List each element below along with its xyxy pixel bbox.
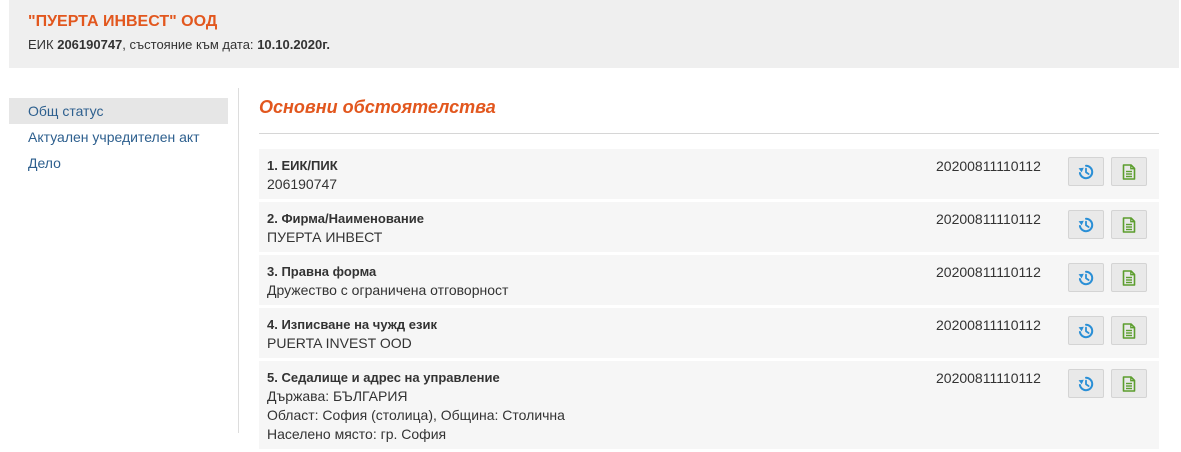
circumstance-value: Дружество с ограничена отговорност [267, 282, 509, 298]
entry-number: 20200811110112 [936, 211, 1041, 227]
history-button[interactable] [1068, 263, 1104, 292]
history-icon [1078, 323, 1094, 339]
circumstance-row: 3. Правна форма Дружество с ограничена от… [259, 255, 1159, 305]
document-icon [1122, 322, 1136, 339]
history-icon [1078, 270, 1094, 286]
sidebar: Общ статус Актуален учредителен акт Дело [9, 98, 228, 176]
history-button[interactable] [1068, 210, 1104, 239]
entry-number: 20200811110112 [936, 264, 1041, 280]
company-subtitle: ЕИК 206190747, състояние към дата: 10.10… [28, 37, 330, 52]
circumstance-value: Населено място: гр. София [267, 426, 447, 442]
entry-number: 20200811110112 [936, 317, 1041, 333]
history-button[interactable] [1068, 157, 1104, 186]
sidebar-item-general-status[interactable]: Общ статус [9, 98, 228, 124]
circumstances-list: 1. ЕИК/ПИК 206190747 20200811110112 2. Фирм… [259, 149, 1159, 452]
circumstance-row: 4. Изписване на чужд език PUERTA INVEST O… [259, 308, 1159, 358]
document-icon [1122, 375, 1136, 392]
history-icon [1078, 164, 1094, 180]
circumstance-value: 206190747 [267, 176, 338, 192]
circumstance-row: 5. Седалище и адрес на управление Държава… [259, 361, 1159, 449]
state-label: , състояние към дата: [122, 37, 254, 52]
eik-value: 206190747 [57, 37, 123, 52]
document-icon [1122, 269, 1136, 286]
history-icon [1078, 376, 1094, 392]
document-icon [1122, 163, 1136, 180]
entry-number: 20200811110112 [936, 370, 1041, 386]
document-button[interactable] [1111, 369, 1147, 398]
eik-label: ЕИК [28, 37, 54, 52]
circumstance-value: ПУЕРТА ИНВЕСТ [267, 229, 383, 245]
history-button[interactable] [1068, 316, 1104, 345]
circumstance-row: 1. ЕИК/ПИК 206190747 20200811110112 [259, 149, 1159, 199]
sidebar-item-founding-act[interactable]: Актуален учредителен акт [9, 124, 228, 150]
state-date: 10.10.2020г. [257, 37, 330, 52]
company-name: "ПУЕРТА ИНВЕСТ" ООД [28, 13, 218, 30]
document-button[interactable] [1111, 263, 1147, 292]
circumstance-value: PUERTA INVEST OOD [267, 335, 412, 351]
document-button[interactable] [1111, 210, 1147, 239]
section-title: Основни обстоятелства [259, 97, 496, 117]
history-icon [1078, 217, 1094, 233]
history-button[interactable] [1068, 369, 1104, 398]
section-divider [259, 133, 1159, 134]
document-icon [1122, 216, 1136, 233]
vertical-divider [238, 88, 239, 433]
circumstance-row: 2. Фирма/Наименование ПУЕРТА ИНВЕСТ 202008… [259, 202, 1159, 252]
document-button[interactable] [1111, 157, 1147, 186]
entry-number: 20200811110112 [936, 158, 1041, 174]
circumstance-value: Област: София (столица), Община: Столичн… [267, 407, 565, 423]
circumstance-value: Държава: БЪЛГАРИЯ [267, 388, 408, 404]
company-header: "ПУЕРТА ИНВЕСТ" ООД ЕИК 206190747, състо… [9, 0, 1179, 68]
sidebar-item-case[interactable]: Дело [9, 150, 228, 176]
document-button[interactable] [1111, 316, 1147, 345]
